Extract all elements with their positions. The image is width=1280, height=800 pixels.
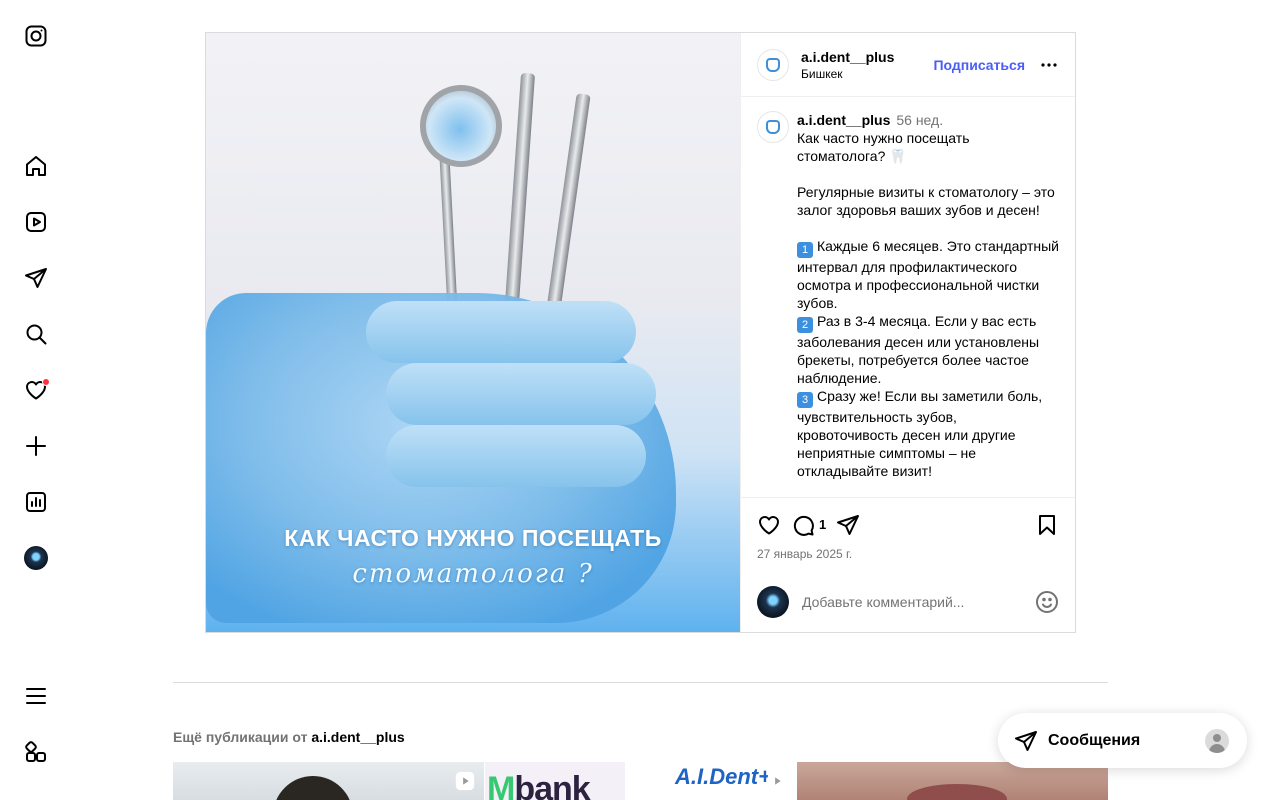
post-actions: 1 xyxy=(741,497,1075,541)
create-plus-icon[interactable] xyxy=(20,430,52,462)
post-side-panel: a.i.dent__plus Бишкек Подписаться a.i.de… xyxy=(740,33,1075,632)
image-subtitle: стоматолога ? xyxy=(352,559,594,589)
caption-line-text: Раз в 3-4 месяца. Если у вас есть заболе… xyxy=(797,313,1043,386)
caption-line xyxy=(797,219,1059,237)
dashboard-chart-icon[interactable] xyxy=(20,486,52,518)
smile-photo xyxy=(907,784,1007,800)
notification-dot xyxy=(42,378,50,386)
comment-button[interactable]: 1 xyxy=(791,513,826,537)
save-bookmark-icon[interactable] xyxy=(1035,513,1059,537)
number-badge-icon: 1 xyxy=(797,242,813,258)
author-info: a.i.dent__plus Бишкек xyxy=(801,48,933,82)
author-username[interactable]: a.i.dent__plus xyxy=(801,48,933,66)
comment-bubble-icon xyxy=(793,515,814,536)
more-posts-grid: Mbank A.I.Dent+ xyxy=(173,762,1108,800)
comment-composer xyxy=(741,571,1075,632)
post-date[interactable]: 27 январь 2025 г. xyxy=(741,541,1075,571)
caption-line xyxy=(797,480,1059,497)
left-rail xyxy=(0,0,72,800)
author-avatar[interactable] xyxy=(757,48,789,81)
caption-line: Регулярные визиты к стоматологу – это за… xyxy=(797,184,1059,218)
direct-icon[interactable] xyxy=(20,262,52,294)
caption-line: 3 Сразу же! Если вы заметили боль, чувств… xyxy=(797,387,1059,480)
emoji-icon[interactable] xyxy=(1035,590,1059,614)
image-title: КАК ЧАСТО НУЖНО ПОСЕЩАТЬ xyxy=(284,525,662,551)
caption-avatar[interactable] xyxy=(757,111,789,143)
post-thumbnail[interactable]: Mbank A.I.Dent+ xyxy=(485,762,796,800)
more-posts-title: Ещё публикации от a.i.dent__plus xyxy=(173,729,405,745)
caption-line: 2 Раз в 3-4 месяца. Если у вас есть забол… xyxy=(797,312,1059,387)
reel-icon xyxy=(455,771,475,791)
profile-avatar[interactable] xyxy=(20,542,52,574)
tooth-logo-icon xyxy=(766,120,780,134)
caption-text: Как часто нужно посещать стоматолога? 🦷 … xyxy=(797,129,1059,497)
bank-logo: Mbank xyxy=(487,770,591,800)
avatar xyxy=(24,546,48,570)
dental-explorer xyxy=(502,72,536,334)
menu-icon[interactable] xyxy=(20,680,52,712)
caption-meta: a.i.dent__plus 56 нед. xyxy=(797,111,1059,129)
caption-username[interactable]: a.i.dent__plus xyxy=(797,112,890,128)
caption-time[interactable]: 56 нед. xyxy=(896,112,943,128)
more-options-icon[interactable] xyxy=(1037,53,1061,77)
notifications-heart-icon[interactable] xyxy=(20,374,52,406)
clinic-logo: A.I.Dent+ xyxy=(675,764,771,789)
search-icon[interactable] xyxy=(20,318,52,350)
caption-line: Как часто нужно посещать стоматолога? 🦷 xyxy=(797,130,974,164)
divider xyxy=(173,682,1108,683)
like-heart-icon[interactable] xyxy=(757,513,781,537)
post-card: КАК ЧАСТО НУЖНО ПОСЕЩАТЬ стоматолога ? a… xyxy=(205,32,1076,633)
caption-line xyxy=(797,165,1059,183)
comment-count: 1 xyxy=(819,517,827,532)
post-thumbnail[interactable] xyxy=(173,762,484,800)
dental-mirror xyxy=(408,73,514,179)
follow-button[interactable]: Подписаться xyxy=(933,57,1025,73)
caption-line: 1 Каждые 6 месяцев. Это стандартный интер… xyxy=(797,237,1059,312)
person-photo xyxy=(273,776,353,800)
also-from-meta-icon[interactable] xyxy=(20,736,52,768)
caption-body: a.i.dent__plus 56 нед. Как часто нужно по… xyxy=(797,111,1059,497)
post-header: a.i.dent__plus Бишкек Подписаться xyxy=(741,33,1075,97)
glove-finger xyxy=(386,363,656,425)
more-posts-prefix: Ещё публикации от xyxy=(173,729,308,745)
caption-area: a.i.dent__plus 56 нед. Как часто нужно по… xyxy=(741,97,1075,497)
number-badge-icon: 2 xyxy=(797,317,813,333)
comment-input[interactable] xyxy=(802,593,1035,610)
messages-button[interactable]: Сообщения xyxy=(998,713,1247,768)
avatar xyxy=(757,585,789,618)
glove-finger xyxy=(366,301,636,363)
tooth-logo-icon xyxy=(766,57,780,72)
reel-icon xyxy=(767,771,787,791)
home-icon[interactable] xyxy=(20,150,52,182)
direct-icon xyxy=(1015,730,1037,751)
messages-label: Сообщения xyxy=(1048,731,1141,749)
bank-text: bank xyxy=(514,770,590,800)
post-image[interactable]: КАК ЧАСТО НУЖНО ПОСЕЩАТЬ стоматолога ? xyxy=(206,33,740,632)
caption-line-text: Каждые 6 месяцев. Это стандартный интерв… xyxy=(797,238,1063,311)
caption-line-text: Сразу же! Если вы заметили боль, чувстви… xyxy=(797,388,1047,479)
more-posts-username[interactable]: a.i.dent__plus xyxy=(311,729,404,745)
avatar xyxy=(1205,728,1229,753)
post-location[interactable]: Бишкек xyxy=(801,66,933,82)
reels-icon[interactable] xyxy=(20,206,52,238)
glove-finger xyxy=(386,425,646,487)
number-badge-icon: 3 xyxy=(797,392,813,408)
share-icon[interactable] xyxy=(836,513,860,537)
dental-probe xyxy=(543,93,591,333)
instagram-logo-icon[interactable] xyxy=(20,20,52,52)
